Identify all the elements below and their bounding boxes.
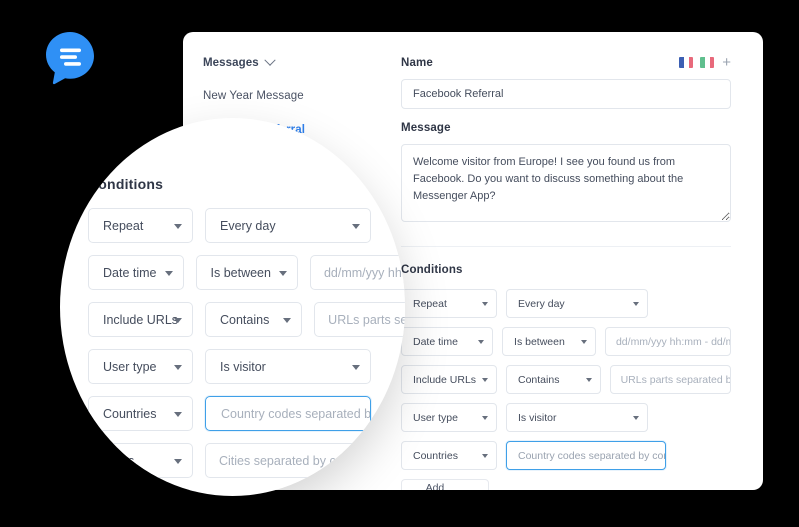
lens-condition-field-select[interactable]: Countries bbox=[88, 396, 193, 431]
sidebar-item-label: New Year Message bbox=[203, 90, 304, 102]
magnified-conditions-panel: Conditions Repeat Every day Date time Is… bbox=[88, 176, 405, 496]
add-language-button[interactable]: + bbox=[722, 55, 731, 70]
condition-operator-select[interactable]: Contains bbox=[506, 365, 601, 394]
condition-row: Repeat Every day bbox=[401, 289, 731, 318]
chat-bubble-icon bbox=[42, 30, 98, 86]
lens-condition-operator-label: Every day bbox=[220, 218, 276, 233]
flag-italy-icon[interactable] bbox=[700, 57, 715, 68]
message-textarea[interactable]: Welcome visitor from Europe! I see you f… bbox=[401, 144, 731, 222]
lens-condition-field-label: Include URLs bbox=[103, 312, 179, 327]
lens-condition-row: Countries Country codes separated by com… bbox=[88, 396, 405, 431]
sidebar-header-label: Messages bbox=[203, 57, 259, 69]
lens-condition-field-select[interactable]: Date time bbox=[88, 255, 184, 290]
condition-operator-label: Every day bbox=[518, 297, 565, 310]
magnifier-lens: Conditions Repeat Every day Date time Is… bbox=[60, 118, 405, 496]
add-condition-button[interactable]: + Add condition bbox=[401, 479, 489, 490]
condition-row: Date time Is between dd/mm/yyy hh:mm - d… bbox=[401, 327, 731, 356]
condition-operator-select[interactable]: Is between bbox=[502, 327, 596, 356]
lens-condition-operator-select[interactable]: Is visitor bbox=[205, 349, 371, 384]
message-form-panel: Name + Message Welcome visitor from Euro… bbox=[401, 32, 763, 490]
add-condition-label: Add condition bbox=[425, 481, 445, 491]
condition-value-placeholder: dd/mm/yyy hh:mm - dd/mm/y bbox=[615, 335, 730, 348]
lens-condition-field-select[interactable]: User type bbox=[88, 349, 193, 384]
condition-operator-label: Is visitor bbox=[518, 411, 557, 424]
condition-field-label: Countries bbox=[413, 449, 458, 462]
name-input[interactable] bbox=[401, 79, 731, 109]
condition-row: Include URLs Contains URLs parts separat… bbox=[401, 365, 731, 394]
lens-condition-row: User type Is visitor bbox=[88, 349, 405, 384]
lens-condition-row: Cities Cities separated by commas bbox=[88, 443, 405, 478]
lens-condition-operator-label: Contains bbox=[220, 312, 270, 327]
condition-field-select[interactable]: Countries bbox=[401, 441, 497, 470]
lens-condition-operator-select[interactable]: Every day bbox=[205, 208, 371, 243]
lens-condition-value-input[interactable]: dd/mm/yyy hh:m bbox=[309, 255, 405, 290]
sidebar-item-new-year-message[interactable]: New Year Message bbox=[203, 90, 401, 102]
lens-condition-operator-label: Is between bbox=[210, 265, 271, 280]
lens-condition-value-input[interactable]: URLs parts se bbox=[314, 302, 405, 337]
condition-field-label: User type bbox=[413, 411, 458, 424]
section-divider bbox=[401, 246, 731, 247]
condition-field-select[interactable]: Include URLs bbox=[401, 365, 497, 394]
condition-value-input[interactable]: URLs parts separated by c bbox=[609, 365, 731, 394]
lens-condition-field-select[interactable]: Cities bbox=[88, 443, 193, 478]
lens-condition-value-placeholder: Country codes separated by commas bbox=[221, 406, 371, 421]
chevron-down-icon bbox=[264, 54, 276, 66]
condition-operator-select[interactable]: Is visitor bbox=[506, 403, 648, 432]
screenshot-stage: Messages New Year Message Facebook Refer… bbox=[0, 0, 799, 527]
sidebar-header[interactable]: Messages bbox=[203, 54, 401, 69]
lens-condition-field-label: Date time bbox=[103, 265, 157, 280]
condition-value-input[interactable]: dd/mm/yyy hh:mm - dd/mm/y bbox=[604, 327, 731, 356]
plus-icon: + bbox=[412, 487, 420, 490]
lens-conditions-title: Conditions bbox=[88, 176, 164, 192]
lens-condition-field-label: User type bbox=[103, 359, 157, 374]
lens-condition-row: Date time Is between dd/mm/yyy hh:m bbox=[88, 255, 405, 290]
condition-row: Countries Country codes separated by com… bbox=[401, 441, 731, 470]
condition-field-label: Repeat bbox=[413, 297, 447, 310]
condition-operator-select[interactable]: Every day bbox=[506, 289, 648, 318]
condition-value-placeholder: Country codes separated by commas bbox=[518, 449, 665, 462]
lens-condition-field-label: Repeat bbox=[103, 218, 144, 233]
lens-condition-value-input-focused[interactable]: Country codes separated by commas bbox=[205, 396, 371, 431]
conditions-title: Conditions bbox=[401, 264, 463, 276]
condition-field-label: Include URLs bbox=[413, 373, 477, 386]
condition-field-select[interactable]: User type bbox=[401, 403, 497, 432]
condition-operator-label: Contains bbox=[518, 373, 560, 386]
app-logo bbox=[42, 30, 98, 86]
lens-condition-value-input[interactable]: Cities separated by commas bbox=[205, 443, 405, 478]
name-label: Name bbox=[401, 57, 433, 69]
lens-condition-value-placeholder: URLs parts se bbox=[328, 312, 405, 327]
lens-condition-field-select[interactable]: Repeat bbox=[88, 208, 193, 243]
lens-condition-value-placeholder: Cities separated by commas bbox=[219, 453, 377, 468]
lens-condition-operator-select[interactable]: Is between bbox=[195, 255, 298, 290]
name-field-header: Name + bbox=[401, 55, 731, 70]
lens-condition-field-select[interactable]: Include URLs bbox=[88, 302, 193, 337]
condition-field-label: Date time bbox=[413, 335, 458, 348]
lens-condition-row: Include URLs Contains URLs parts se bbox=[88, 302, 405, 337]
condition-value-placeholder: URLs parts separated by c bbox=[620, 373, 731, 386]
lens-condition-row: Repeat Every day bbox=[88, 208, 405, 243]
condition-row: User type Is visitor bbox=[401, 403, 731, 432]
message-label: Message bbox=[401, 122, 451, 134]
lens-condition-field-label: Countries bbox=[103, 406, 157, 421]
condition-value-input-focused[interactable]: Country codes separated by commas bbox=[506, 441, 666, 470]
condition-operator-label: Is between bbox=[514, 335, 565, 348]
lens-condition-value-placeholder: dd/mm/yyy hh:m bbox=[323, 265, 405, 280]
condition-field-select[interactable]: Repeat bbox=[401, 289, 497, 318]
condition-field-select[interactable]: Date time bbox=[401, 327, 494, 356]
lens-condition-operator-label: Is visitor bbox=[220, 359, 266, 374]
flag-france-icon[interactable] bbox=[679, 57, 694, 68]
lens-condition-operator-select[interactable]: Contains bbox=[205, 302, 303, 337]
lens-add-condition-button[interactable]: Add condition bbox=[88, 490, 196, 496]
language-flags: + bbox=[679, 55, 731, 70]
lens-condition-field-label: Cities bbox=[103, 453, 135, 468]
